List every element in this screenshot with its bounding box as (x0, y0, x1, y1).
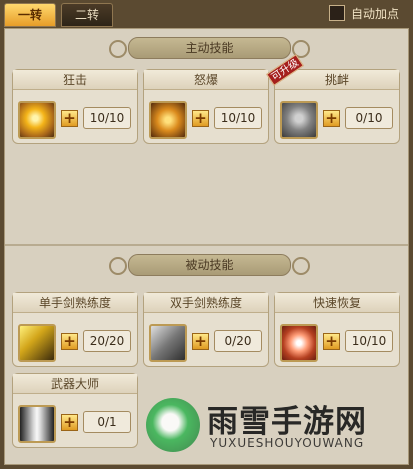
add-point-button[interactable]: + (192, 110, 209, 127)
passive-section-label: 被动技能 (185, 258, 234, 272)
stone-warrior-icon[interactable] (280, 101, 318, 139)
tab-second-turn[interactable]: 二转 (61, 3, 113, 27)
skill-level: 20/20 (83, 330, 131, 352)
skill-name: 单手剑熟练度 (13, 293, 137, 313)
two-hand-sword-icon[interactable] (149, 324, 187, 362)
auto-add-label: 自动加点 (350, 6, 399, 21)
add-point-button[interactable]: + (61, 333, 78, 350)
skills-panel: 主动技能 狂击 + 10/10 怒爆 + 10/10 挑衅 可升级 + 0/10… (4, 28, 409, 465)
skill-level: 0/10 (345, 107, 393, 129)
add-point-button[interactable]: + (323, 333, 340, 350)
skill-level: 10/10 (345, 330, 393, 352)
skill-card-two-hand-sword[interactable]: 双手剑熟练度 + 0/20 (143, 292, 269, 367)
burst-icon[interactable] (149, 101, 187, 139)
skill-name: 武器大师 (13, 374, 137, 394)
skill-card-tiaoxin[interactable]: 挑衅 可升级 + 0/10 (266, 54, 400, 144)
section-divider (5, 244, 408, 246)
skill-card-nubao[interactable]: 怒爆 + 10/10 (143, 69, 269, 144)
skill-card-one-hand-sword[interactable]: 单手剑熟练度 + 20/20 (12, 292, 138, 367)
add-point-button[interactable]: + (192, 333, 209, 350)
skill-level: 0/1 (83, 411, 131, 433)
ornament-icon (292, 257, 310, 275)
auto-add-toggle[interactable]: 自动加点 (328, 3, 399, 23)
skill-card-kuangji[interactable]: 狂击 + 10/10 (12, 69, 138, 144)
skill-name: 挑衅 (275, 70, 399, 90)
skill-name: 快速恢复 (275, 293, 399, 313)
add-point-button[interactable]: + (323, 110, 340, 127)
active-section-label: 主动技能 (185, 41, 234, 55)
skill-card-recovery[interactable]: 快速恢复 + 10/10 (274, 292, 400, 367)
add-point-button[interactable]: + (61, 110, 78, 127)
skill-card-weapon-master[interactable]: 武器大师 + 0/1 (12, 373, 138, 448)
add-point-button[interactable]: + (61, 414, 78, 431)
skill-window: 一转 二转 自动加点 主动技能 狂击 + 10/10 怒爆 + 10/10 挑衅… (0, 0, 413, 469)
skill-name: 狂击 (13, 70, 137, 90)
flame-slash-icon[interactable] (18, 101, 56, 139)
skill-name: 双手剑熟练度 (144, 293, 268, 313)
skill-level: 10/10 (214, 107, 262, 129)
one-hand-sword-icon[interactable] (18, 324, 56, 362)
checkbox-icon[interactable] (328, 5, 345, 21)
skill-level: 0/20 (214, 330, 262, 352)
recovery-icon[interactable] (280, 324, 318, 362)
active-section-title: 主动技能 (109, 37, 310, 59)
skill-name: 怒爆 (144, 70, 268, 90)
ornament-icon (109, 40, 127, 58)
passive-section-title: 被动技能 (109, 254, 310, 276)
ornament-icon (109, 257, 127, 275)
weapon-master-icon[interactable] (18, 405, 56, 443)
tab-first-turn[interactable]: 一转 (4, 3, 56, 27)
skill-level: 10/10 (83, 107, 131, 129)
